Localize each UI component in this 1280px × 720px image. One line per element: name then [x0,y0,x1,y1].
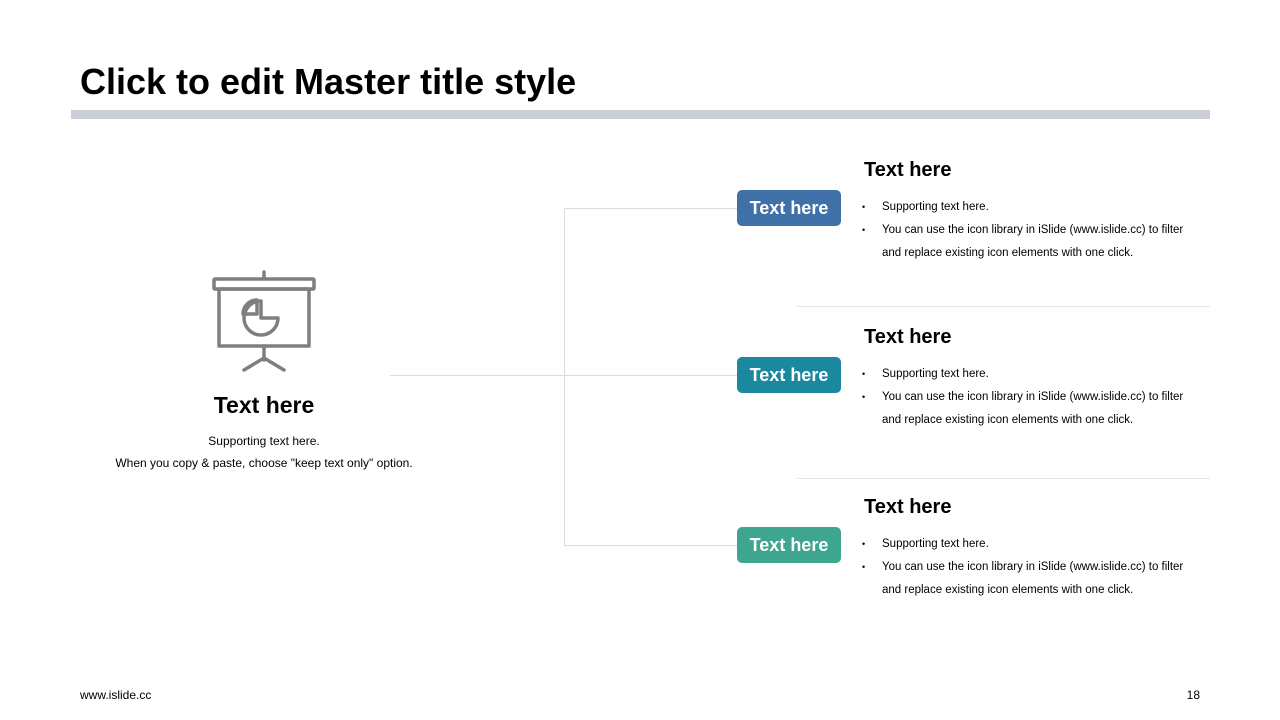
item-3-bullet-2: You can use the icon library in iSlide (… [862,556,1202,602]
item-2-bullet-1: Supporting text here. [862,363,1202,386]
item-separator-2 [797,478,1210,479]
page-number: 18 [1186,688,1200,702]
left-support-line-2: When you copy & paste, choose "keep text… [115,456,413,470]
item-1-bullet-1: Supporting text here. [862,196,1202,219]
item-1-heading: Text here [864,159,952,181]
item-2-heading: Text here [864,326,952,348]
left-heading: Text here [213,392,315,418]
item-2-label-pill: Text here [737,357,841,393]
left-support-line-1: Supporting text here. [208,434,320,448]
item-2-bullet-2: You can use the icon library in iSlide (… [862,386,1202,432]
left-supporting-text: Supporting text here. When you copy & pa… [94,430,434,474]
item-3-bullets: Supporting text here. You can use the ic… [862,533,1202,602]
item-1-label-pill: Text here [737,190,841,226]
item-2-bullets: Supporting text here. You can use the ic… [862,363,1202,432]
connector-lines [390,208,737,546]
item-3-label-pill: Text here [737,527,841,563]
presentation-board-pie-chart-icon [212,270,316,372]
item-separator-1 [797,306,1210,307]
item-3-bullet-1: Supporting text here. [862,533,1202,556]
item-1-bullets: Supporting text here. You can use the ic… [862,196,1202,265]
item-1-bullet-2: You can use the icon library in iSlide (… [862,219,1202,265]
footer-url: www.islide.cc [80,688,152,702]
item-3-heading: Text here [864,496,952,518]
